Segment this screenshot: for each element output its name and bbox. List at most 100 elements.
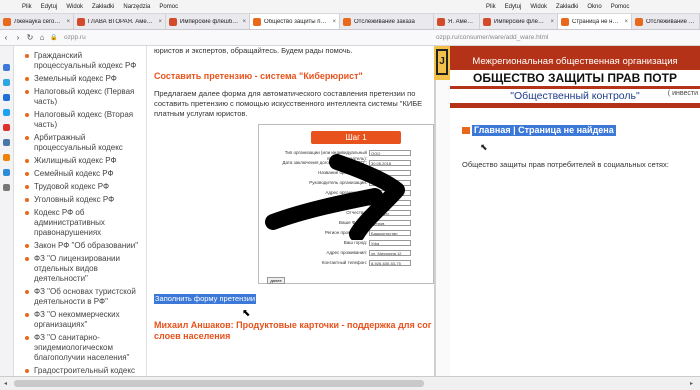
tab-4[interactable]: Отслеживание заказа (632, 14, 700, 29)
menu-widok[interactable]: Widok (530, 4, 547, 10)
column-divider (146, 46, 147, 376)
law-link[interactable]: Кодекс РФ об административных правонаруш… (25, 208, 144, 238)
drawn-arrow-icon (265, 154, 405, 240)
nav-bar: ozpp.ru/consumer/ware/add_ware.html (434, 30, 700, 46)
law-link[interactable]: ФЗ "Об основах туристской деятельности в… (25, 287, 144, 307)
tab-label: Я. Америк (448, 18, 476, 25)
scroll-left-icon[interactable]: ◂ (4, 380, 7, 387)
law-link[interactable]: Уголовный кодекс РФ (25, 195, 144, 205)
favicon-icon (343, 17, 351, 26)
telegram-icon[interactable] (3, 79, 10, 86)
favicon-icon (437, 17, 445, 26)
right-gutter (436, 80, 450, 376)
tab-3-active[interactable]: Страница не найдена - Со × (558, 14, 632, 29)
tab-1[interactable]: Я. Америк (434, 14, 480, 29)
tab-1[interactable]: Лженаука сегодня (Алек × (0, 14, 74, 29)
law-link[interactable]: ФЗ "О некоммерческих организациях" (25, 310, 144, 330)
step-header: Шаг 1 (311, 131, 401, 144)
favicon-icon (3, 17, 11, 26)
menu-edytuj[interactable]: Edytuj (505, 4, 522, 10)
tab-5[interactable]: Отслеживание заказа (340, 14, 434, 29)
cursor-icon: ⬉ (480, 142, 488, 152)
logo-icon: J (436, 49, 448, 75)
tab-2[interactable]: Имперские флешбэки, и × (480, 14, 558, 29)
close-icon[interactable]: × (332, 19, 336, 25)
law-links-sidebar: Гражданский процессуальный кодекс РФ Земе… (16, 46, 144, 376)
tab-3[interactable]: Имперские флешбэки, и × (166, 14, 250, 29)
close-icon[interactable]: × (242, 19, 246, 25)
next-article-heading[interactable]: Михаил Аншаков: Продуктовые карточки - п… (154, 320, 434, 342)
close-icon[interactable]: × (624, 19, 628, 25)
menu-plik[interactable]: Plik (22, 4, 32, 10)
next-button[interactable]: далее (267, 277, 285, 284)
more-icon[interactable] (3, 184, 10, 191)
intro-text: юристов и экспертов, обращайтесь. Будем … (154, 46, 353, 55)
law-link[interactable]: Градостроительный кодекс РФ (25, 366, 144, 376)
tab-label: Отслеживание заказа (354, 18, 415, 25)
form-field[interactable]: 8-926-630-53-75 (369, 260, 411, 266)
breadcrumb[interactable]: Главная | Страница не найдена (472, 125, 616, 136)
vk-icon[interactable] (3, 139, 10, 146)
menu-pomoc[interactable]: Pomoc (159, 4, 178, 10)
scroll-right-icon[interactable]: ▸ (690, 380, 693, 387)
law-link[interactable]: ФЗ "О лицензировании отдельных видов дея… (25, 254, 144, 284)
favicon-icon (169, 17, 177, 26)
url-field[interactable]: ozpp.ru/consumer/ware/add_ware.html (436, 34, 548, 41)
tab-label: Отслеживание заказа (646, 18, 696, 25)
forward-icon[interactable]: › (12, 33, 24, 42)
menu-narzedzia[interactable]: Narzędzia (123, 4, 150, 10)
tab-label: Имперские флешбэки, и (494, 18, 547, 25)
form-field[interactable]: Уфа (369, 240, 411, 246)
close-icon[interactable]: × (550, 19, 554, 25)
law-link[interactable]: Семейный кодекс РФ (25, 169, 144, 179)
menu-zakladki[interactable]: Zakładki (92, 4, 114, 10)
messenger-icon[interactable] (3, 169, 10, 176)
pinterest-icon[interactable] (3, 124, 10, 131)
law-link[interactable]: Трудовой кодекс РФ (25, 182, 144, 192)
close-icon[interactable]: × (158, 19, 162, 25)
site-logo[interactable]: J (434, 46, 450, 80)
form-label: Контактный телефон: (321, 260, 367, 265)
law-link[interactable]: Земельный кодекс РФ (25, 74, 144, 84)
tab-2[interactable]: ГЛАВА ВТОРАЯ. Америк × (74, 14, 166, 29)
menu-widok[interactable]: Widok (66, 4, 83, 10)
favicon-icon (77, 17, 85, 26)
ok-icon[interactable] (3, 154, 10, 161)
facebook-icon[interactable] (3, 94, 10, 101)
tab-bar: Я. Америк Имперские флешбэки, и × Страни… (434, 14, 700, 30)
banner-extra: ( инвести (667, 90, 698, 97)
twitter-icon[interactable] (3, 109, 10, 116)
scroll-thumb[interactable] (14, 380, 424, 387)
tab-4-active[interactable]: Общество защиты прав × (250, 14, 340, 29)
form-label: Ваш город: (343, 240, 367, 245)
bullet-icon (462, 127, 470, 134)
banner-subtitle: Межрегиональная общественная организация (472, 56, 678, 67)
browser-sidebar (0, 46, 14, 376)
url-field[interactable]: ozpp.ru (64, 34, 86, 41)
menu-zakladki[interactable]: Zakładki (556, 4, 578, 10)
form-field[interactable]: ул. Мичурина 12 (369, 250, 411, 256)
fill-form-link[interactable]: Заполнить форму претензии (154, 294, 257, 304)
menu-plik[interactable]: Plik (486, 4, 496, 10)
tab-label: Общество защиты прав (264, 18, 330, 25)
law-link[interactable]: Налоговый кодекс (Первая часть) (25, 87, 144, 107)
law-link[interactable]: ФЗ "О санитарно-эпидемиологическом благо… (25, 333, 144, 363)
favicon-icon (561, 17, 569, 26)
menu-pomoc[interactable]: Pomoc (611, 4, 630, 10)
form-label: Адрес проживания: (326, 250, 367, 255)
law-link[interactable]: Арбитражный процессуальный кодекс (25, 133, 144, 153)
menu-okno[interactable]: Okno (587, 4, 601, 10)
close-icon[interactable]: × (66, 19, 70, 25)
law-link[interactable]: Налоговый кодекс (Вторая часть) (25, 110, 144, 130)
menu-bar: Plik Edytuj Widok Zakładki Okno Pomoc (434, 0, 700, 14)
law-link[interactable]: Жилищный кодекс РФ (25, 156, 144, 166)
menu-edytuj[interactable]: Edytuj (41, 4, 58, 10)
tab-label: Имперские флешбэки, и (180, 18, 239, 25)
law-link[interactable]: Закон РФ "Об образовании" (25, 241, 144, 251)
back-icon[interactable]: ‹ (0, 33, 12, 42)
horizontal-scrollbar[interactable]: ◂ ▸ (0, 376, 700, 390)
social-icon[interactable] (3, 64, 10, 71)
home-icon[interactable]: ⌂ (36, 33, 48, 42)
reload-icon[interactable]: ↻ (24, 33, 36, 42)
law-link[interactable]: Гражданский процессуальный кодекс РФ (25, 51, 144, 71)
